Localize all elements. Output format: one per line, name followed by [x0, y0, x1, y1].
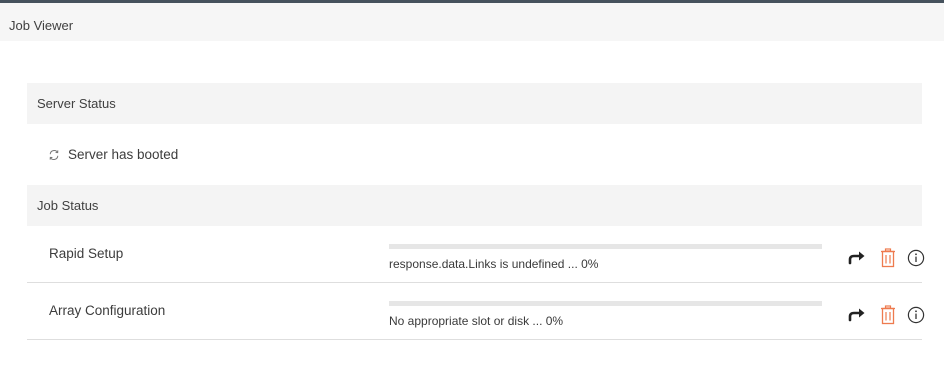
redo-icon[interactable]	[847, 248, 867, 268]
server-status-text: Server has booted	[68, 147, 179, 162]
window-title: Job Viewer	[9, 18, 74, 33]
job-status-message: response.data.Links is undefined ... 0%	[389, 257, 599, 271]
server-status-header: Server Status	[27, 83, 922, 124]
job-name: Array Configuration	[49, 303, 166, 318]
trash-icon[interactable]	[878, 305, 898, 325]
info-icon[interactable]	[906, 305, 926, 325]
job-actions	[821, 305, 925, 325]
trash-icon[interactable]	[878, 248, 898, 268]
job-status-message: No appropriate slot or disk ... 0%	[389, 314, 564, 328]
window-title-bar: Job Viewer	[0, 3, 944, 41]
refresh-icon	[47, 149, 60, 162]
job-actions	[821, 248, 925, 268]
job-row: Array Configuration No appropriate slot …	[27, 283, 925, 340]
server-status-title: Server Status	[37, 96, 116, 111]
job-progress-bar	[389, 301, 822, 306]
job-row: Rapid Setup response.data.Links is undef…	[27, 226, 925, 283]
job-progress-bar	[389, 244, 822, 249]
job-name: Rapid Setup	[49, 246, 124, 261]
server-status-line: Server has booted	[47, 144, 178, 166]
job-status-header: Job Status	[27, 185, 922, 226]
job-status-title: Job Status	[37, 198, 99, 213]
info-icon[interactable]	[906, 248, 926, 268]
redo-icon[interactable]	[847, 305, 867, 325]
